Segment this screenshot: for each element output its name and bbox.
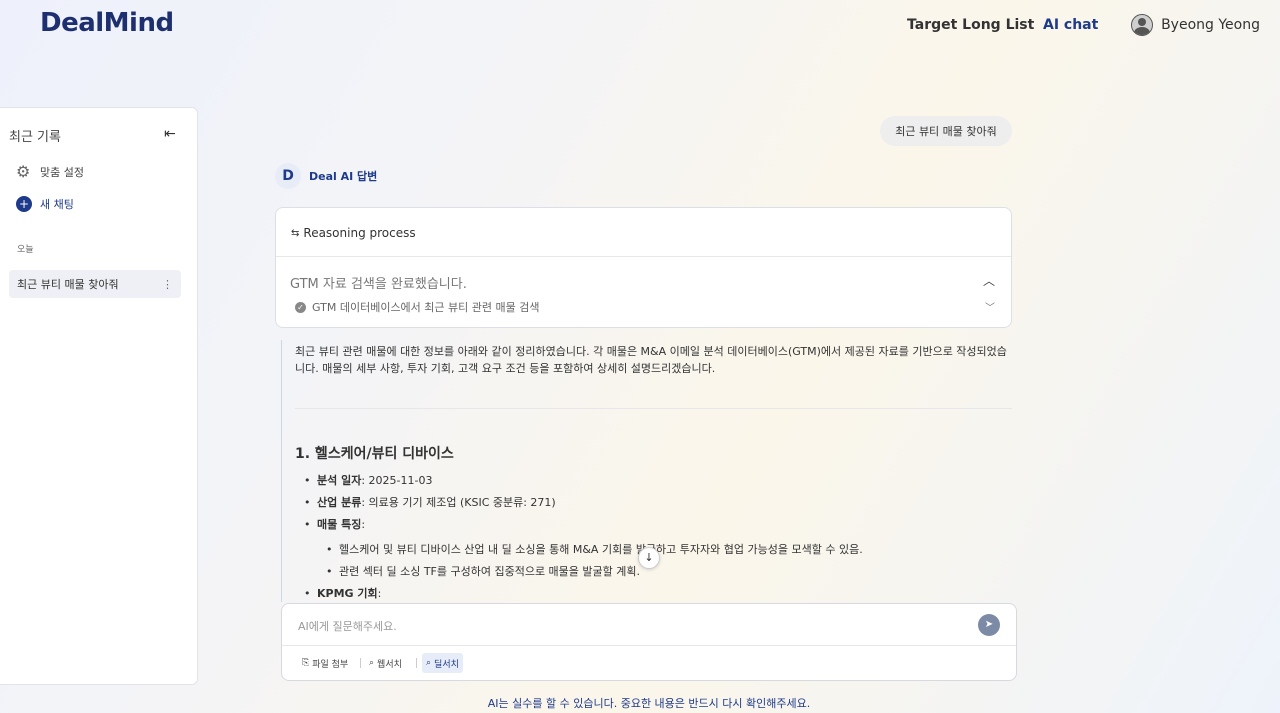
reasoning-header[interactable]: ⇆ Reasoning process <box>291 226 416 240</box>
list-item: KPMG 기회: <box>295 586 1012 601</box>
chat-input[interactable] <box>298 616 958 636</box>
chevron-up-icon[interactable]: ︿ <box>983 272 995 289</box>
reasoning-step-label: GTM 데이터베이스에서 최근 뷰티 관련 매물 검색 <box>312 301 540 314</box>
tool-label: 웹서치 <box>377 659 402 670</box>
reasoning-title: Reasoning process <box>303 226 416 240</box>
reasoning-icon: ⇆ <box>291 227 300 239</box>
scroll-down-button[interactable]: ↓ <box>638 547 660 569</box>
dealmind-logo[interactable]: DealMind <box>40 8 174 38</box>
nav-ai-chat[interactable]: AI chat <box>1043 17 1098 33</box>
sidebar-item-chat[interactable]: 최근 뷰티 매물 찾아줘 ⋮ <box>9 270 181 298</box>
list-item: 관련 섹터 딜 소싱 TF를 구성하여 집중적으로 매물을 발굴할 계획. <box>317 564 1012 579</box>
feature-list: 헬스케어 및 뷰티 디바이스 산업 내 딜 소싱을 통해 M&A 기회를 발굴하… <box>317 542 1012 579</box>
send-button[interactable]: ➤ <box>978 614 1000 636</box>
section-title: 1. 헬스케어/뷰티 디바이스 <box>295 446 454 462</box>
reasoning-status: GTM 자료 검색을 완료했습니다. <box>290 277 467 292</box>
disclaimer: AI는 실수를 할 수 있습니다. 중요한 내용은 반드시 다시 확인해주세요. <box>487 697 811 710</box>
ai-name: Deal AI 답변 <box>309 170 378 183</box>
settings-button[interactable]: ⚙ 맞춤 설정 <box>16 164 84 180</box>
list-item: 분석 일자: 2025-11-03 <box>295 473 1012 488</box>
user-menu[interactable]: Byeong Yeong <box>1131 14 1260 36</box>
divider <box>360 658 361 668</box>
deal-search-button[interactable]: ⌕ 딜서치 <box>422 653 463 673</box>
chevron-down-icon[interactable]: ﹀ <box>985 299 995 314</box>
ai-avatar: D <box>275 163 301 189</box>
answer-intro: 최근 뷰티 관련 매물에 대한 정보를 아래와 같이 정리하였습니다. 각 매물… <box>295 345 1007 375</box>
divider <box>295 408 1012 409</box>
divider <box>282 645 1016 646</box>
list-item: 산업 분류: 의료용 기기 제조업 (KSIC 중분류: 271) <box>295 495 1012 510</box>
more-options-icon[interactable]: ⋮ <box>162 278 173 291</box>
new-chat-label: 새 채팅 <box>40 198 74 211</box>
deal-search-icon: ⌕ <box>426 658 432 668</box>
check-icon: ✓ <box>295 301 306 313</box>
group-label-today: 오늘 <box>17 245 34 255</box>
collapse-sidebar-icon[interactable]: ⇤ <box>164 126 176 142</box>
divider <box>416 658 417 668</box>
divider <box>276 256 1011 257</box>
tool-label: 파일 첨부 <box>312 659 349 670</box>
web-search-button[interactable]: ⌕ 웹서치 <box>365 653 406 673</box>
attach-file-button[interactable]: ⎘ 파일 첨부 <box>298 653 352 673</box>
web-search-icon: ⌕ <box>369 658 375 668</box>
sidebar-title: 최근 기록 <box>9 130 61 145</box>
ai-header: D Deal AI 답변 <box>275 163 377 189</box>
settings-label: 맞춤 설정 <box>40 166 84 179</box>
new-chat-button[interactable]: + 새 채팅 <box>16 196 74 212</box>
paperclip-icon: ⎘ <box>302 658 310 668</box>
gear-icon: ⚙ <box>16 162 31 181</box>
avatar <box>1131 14 1154 36</box>
user-message: 최근 뷰티 매물 찾아줘 <box>880 116 1012 146</box>
composer: ➤ ⎘ 파일 첨부 ⌕ 웹서치 ⌕ 딜서치 <box>281 603 1017 681</box>
sidebar-item-label: 최근 뷰티 매물 찾아줘 <box>17 278 119 291</box>
user-name: Byeong Yeong <box>1161 17 1260 33</box>
nav-target-long-list[interactable]: Target Long List <box>907 17 1034 33</box>
list-item: 헬스케어 및 뷰티 디바이스 산업 내 딜 소싱을 통해 M&A 기회를 발굴하… <box>317 542 1012 557</box>
reasoning-step: ✓ GTM 데이터베이스에서 최근 뷰티 관련 매물 검색 <box>295 299 539 315</box>
tool-label: 딜서치 <box>434 659 459 670</box>
reasoning-panel: ⇆ Reasoning process GTM 자료 검색을 완료했습니다. ︿… <box>275 207 1012 328</box>
plus-icon: + <box>16 196 32 212</box>
sidebar: 최근 기록 ⇤ ⚙ 맞춤 설정 + 새 채팅 오늘 최근 뷰티 매물 찾아줘 ⋮ <box>0 107 198 685</box>
detail-list: 분석 일자: 2025-11-03 산업 분류: 의료용 기기 제조업 (KSI… <box>295 473 1012 601</box>
